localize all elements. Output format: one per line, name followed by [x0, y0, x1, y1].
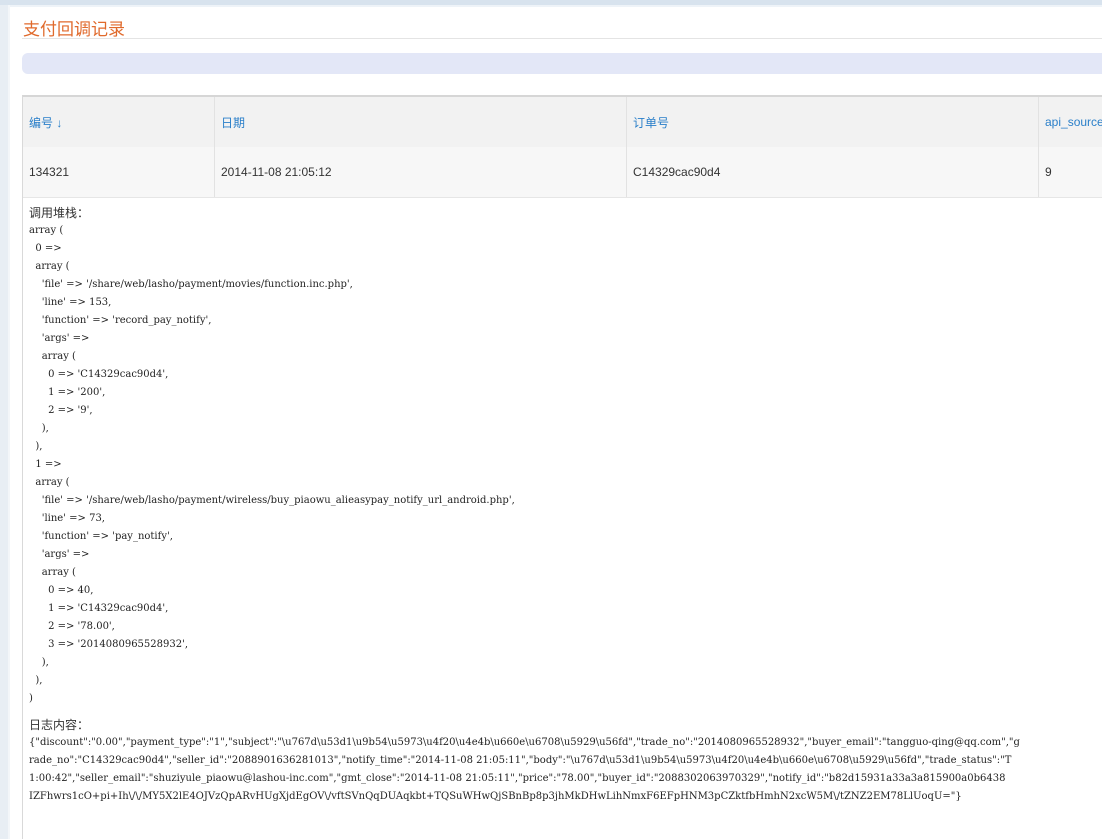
column-header-order-no[interactable]: 订单号 — [627, 97, 1039, 147]
stack-trace-line: 2 => '78.00', — [29, 621, 115, 632]
stack-trace-line: 'args' => — [29, 549, 90, 560]
stack-trace-line: 2 => '9', — [29, 405, 93, 416]
stack-trace-line: 'function' => 'pay_notify', — [29, 531, 173, 542]
window-left-border — [0, 5, 8, 839]
column-header-id[interactable]: 编号 ↓ — [23, 97, 215, 147]
stack-trace-line: ), — [29, 423, 49, 434]
log-content-line: rade_no":"C14329cac90d4","seller_id":"20… — [29, 755, 1012, 766]
stack-trace-line: 'file' => '/share/web/lasho/payment/wire… — [29, 495, 515, 506]
stack-trace: array ( 0 => array ( 'file' => '/share/w… — [29, 222, 1102, 708]
stack-trace-line: array ( — [29, 351, 76, 362]
records-table: 编号 ↓ 日期 订单号 api_source 134321 2014-11-08… — [22, 95, 1102, 839]
stack-trace-line: 'args' => — [29, 333, 90, 344]
stack-trace-line: 'line' => 73, — [29, 513, 105, 524]
stack-trace-line: 'function' => 'record_pay_notify', — [29, 315, 212, 326]
stack-trace-line: 1 => '200', — [29, 387, 106, 398]
stack-trace-line: array ( — [29, 261, 70, 272]
column-header-date[interactable]: 日期 — [215, 97, 627, 147]
log-content: {"discount":"0.00","payment_type":"1","s… — [29, 734, 1102, 806]
table-header-row: 编号 ↓ 日期 订单号 api_source — [23, 97, 1102, 148]
stack-trace-line: 1 => — [29, 459, 62, 470]
stack-trace-line: 3 => '2014080965528932', — [29, 639, 189, 650]
stack-trace-line: 'file' => '/share/web/lasho/payment/movi… — [29, 279, 353, 290]
stack-trace-line: ) — [29, 693, 33, 704]
stack-trace-label: 调用堆栈： — [29, 206, 90, 220]
stack-trace-line: 1 => 'C14329cac90d4', — [29, 603, 169, 614]
log-content-label: 日志内容： — [29, 718, 90, 732]
log-content-line: {"discount":"0.00","payment_type":"1","s… — [29, 737, 1020, 748]
stack-trace-line: array ( — [29, 477, 70, 488]
cell-order-no: C14329cac90d4 — [627, 147, 1039, 197]
pagination-bar — [22, 53, 1102, 74]
stack-trace-line: ), — [29, 441, 43, 452]
row-detail: 调用堆栈： array ( 0 => array ( 'file' => '/s… — [23, 198, 1102, 708]
cell-date: 2014-11-08 21:05:12 — [215, 147, 627, 197]
stack-trace-line: array ( — [29, 225, 64, 236]
log-content-section: 日志内容： {"discount":"0.00","payment_type":… — [23, 716, 1102, 806]
stack-trace-line: ), — [29, 657, 49, 668]
log-content-line: IZFhwrs1cO+pi+Ih\/\/MY5X2lE4OJVzQpARvHUg… — [29, 791, 962, 802]
stack-trace-line: 0 => 40, — [29, 585, 94, 596]
column-header-api-source[interactable]: api_source — [1039, 97, 1102, 147]
stack-trace-line: 'line' => 153, — [29, 297, 112, 308]
stack-trace-line: 0 => — [29, 243, 62, 254]
page-title: 支付回调记录 — [23, 20, 125, 40]
cell-api-source: 9 — [1045, 165, 1052, 179]
window-top-border-inner — [0, 5, 1102, 7]
title-divider — [22, 38, 1102, 39]
stack-trace-line: 0 => 'C14329cac90d4', — [29, 369, 169, 380]
stack-trace-line: array ( — [29, 567, 76, 578]
log-content-line: 1:00:42","seller_email":"shuziyule_piaow… — [29, 773, 1006, 784]
stack-trace-line: ), — [29, 675, 43, 686]
table-row[interactable]: 134321 2014-11-08 21:05:12 C14329cac90d4… — [23, 147, 1102, 198]
window-left-border-inner — [8, 5, 10, 839]
cell-id: 134321 — [23, 147, 215, 197]
